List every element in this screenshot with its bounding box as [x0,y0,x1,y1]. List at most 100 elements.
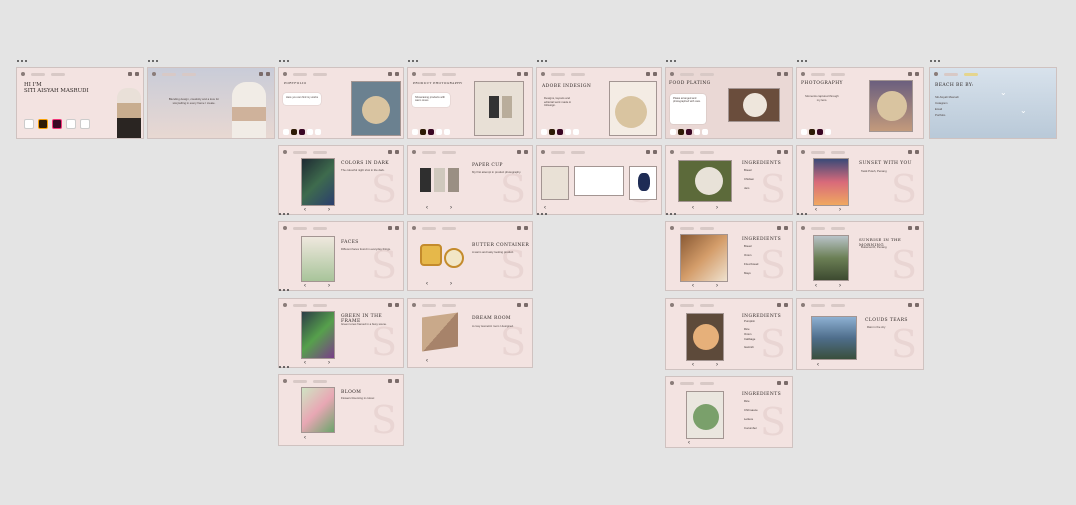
frame-photography[interactable]: PHOTOGRAPHY Moments captured through my … [796,67,924,139]
nav-item[interactable] [700,381,714,385]
frame-handle[interactable] [279,289,289,292]
close-icon[interactable] [653,72,657,76]
frame-bloom[interactable]: S BLOOM Flowers blooming in colour. ‹ [278,374,404,446]
frame-handle[interactable] [666,213,676,216]
frame-ingredients-1[interactable]: S INGREDIENTS Bread Chicken Jam ‹ › [665,145,793,215]
nav-item[interactable] [162,72,176,76]
nav-item[interactable] [811,226,825,230]
nav-item[interactable] [700,226,714,230]
nav-item[interactable] [313,226,327,230]
menu-icon[interactable] [908,303,912,307]
nav-item[interactable] [313,379,327,383]
menu-icon[interactable] [777,303,781,307]
nav-item[interactable] [442,150,456,154]
nav-item[interactable] [182,72,196,76]
prev-arrow-icon[interactable]: ‹ [304,435,306,441]
nav-item[interactable] [422,150,436,154]
nav-item[interactable] [571,150,585,154]
close-icon[interactable] [524,303,528,307]
menu-icon[interactable] [388,150,392,154]
menu-icon[interactable] [517,303,521,307]
nav-item[interactable] [293,303,307,307]
next-arrow-icon[interactable]: › [328,360,330,366]
menu-icon[interactable] [646,150,650,154]
nav-item[interactable] [293,72,307,76]
frame-handle[interactable] [279,213,289,216]
prev-arrow-icon[interactable]: ‹ [692,205,694,211]
nav-item[interactable] [811,303,825,307]
nav-item-active[interactable] [964,72,978,76]
frame-beach[interactable]: BEACH BE BY: Siti Aisyah Masrudi Instagr… [929,67,1057,139]
next-arrow-icon[interactable]: › [328,207,330,213]
prev-arrow-icon[interactable]: ‹ [304,207,306,213]
nav-item[interactable] [831,72,845,76]
close-icon[interactable] [915,303,919,307]
next-arrow-icon[interactable]: › [839,207,841,213]
frame-clouds-tears[interactable]: S CLOUDS TEARS Rain in the city ‹ [796,298,924,370]
close-icon[interactable] [784,381,788,385]
prev-arrow-icon[interactable]: ‹ [426,358,428,364]
frame-handle[interactable] [537,213,547,216]
nav-item[interactable] [442,303,456,307]
close-icon[interactable] [395,379,399,383]
close-icon[interactable] [784,72,788,76]
nav-item[interactable] [700,72,714,76]
menu-icon[interactable] [777,72,781,76]
frame-portfolio-b[interactable]: PRODUCT PHOTOGRAPHY Showcasing products … [407,67,533,139]
frame-ingredients-4[interactable]: S INGREDIENTS Rice Chili sauce Lettuce C… [665,376,793,448]
menu-icon[interactable] [517,226,521,230]
close-icon[interactable] [915,72,919,76]
frame-indesign-gallery[interactable]: S ‹ [536,145,662,215]
next-arrow-icon[interactable]: › [716,362,718,368]
frame-handle[interactable] [797,213,807,216]
close-icon[interactable] [784,303,788,307]
frame-green-in-frame[interactable]: S GREEN IN THE FRAME Green tones framed … [278,298,404,368]
nav-item[interactable] [422,226,436,230]
nav-item[interactable] [293,226,307,230]
frame-handle[interactable] [17,60,27,63]
prev-arrow-icon[interactable]: ‹ [304,283,306,289]
menu-icon[interactable] [908,150,912,154]
nav-item[interactable] [442,226,456,230]
menu-icon[interactable] [517,72,521,76]
frame-butter-container[interactable]: S BUTTER CONTAINER A warm and tasty look… [407,221,533,291]
frame-faces[interactable]: S FACES Different faces found in everyda… [278,221,404,291]
menu-icon[interactable] [777,150,781,154]
nav-item[interactable] [811,72,825,76]
frame-portfolio-a[interactable]: PORTFOLIO Here you can find my works [278,67,404,139]
close-icon[interactable] [524,226,528,230]
frame-intro[interactable]: HI I'M SITI AISYAH MASRUDI [16,67,144,139]
nav-item[interactable] [422,72,436,76]
nav-item[interactable] [680,303,694,307]
prev-arrow-icon[interactable]: ‹ [817,362,819,368]
prev-arrow-icon[interactable]: ‹ [692,283,694,289]
menu-icon[interactable] [388,226,392,230]
menu-icon[interactable] [388,379,392,383]
next-arrow-icon[interactable]: › [839,283,841,289]
close-icon[interactable] [915,226,919,230]
prev-arrow-icon[interactable]: ‹ [815,283,817,289]
close-icon[interactable] [135,72,139,76]
frame-adobe-indesign[interactable]: ADOBE INDESIGN Designs, layouts and edit… [536,67,662,139]
nav-item[interactable] [313,150,327,154]
prev-arrow-icon[interactable]: ‹ [692,362,694,368]
frame-paper-cup[interactable]: S PAPER CUP My first attempt in product … [407,145,533,215]
nav-item[interactable] [680,72,694,76]
close-icon[interactable] [266,72,270,76]
menu-icon[interactable] [777,381,781,385]
nav-item[interactable] [313,303,327,307]
nav-item[interactable] [811,150,825,154]
frame-ingredients-3[interactable]: S INGREDIENTS Pumpkin Rice Onion Cabbage… [665,298,793,370]
menu-icon[interactable] [517,150,521,154]
close-icon[interactable] [784,226,788,230]
close-icon[interactable] [653,150,657,154]
frame-handle[interactable] [537,60,547,63]
next-arrow-icon[interactable]: › [716,283,718,289]
next-arrow-icon[interactable]: › [328,283,330,289]
nav-item[interactable] [831,303,845,307]
frame-sunset[interactable]: S SUNSET WITH YOU Tasik Puteh, Penang ‹ › [796,145,924,215]
nav-item[interactable] [700,150,714,154]
nav-item[interactable] [293,379,307,383]
frame-handle[interactable] [666,60,676,63]
close-icon[interactable] [784,150,788,154]
